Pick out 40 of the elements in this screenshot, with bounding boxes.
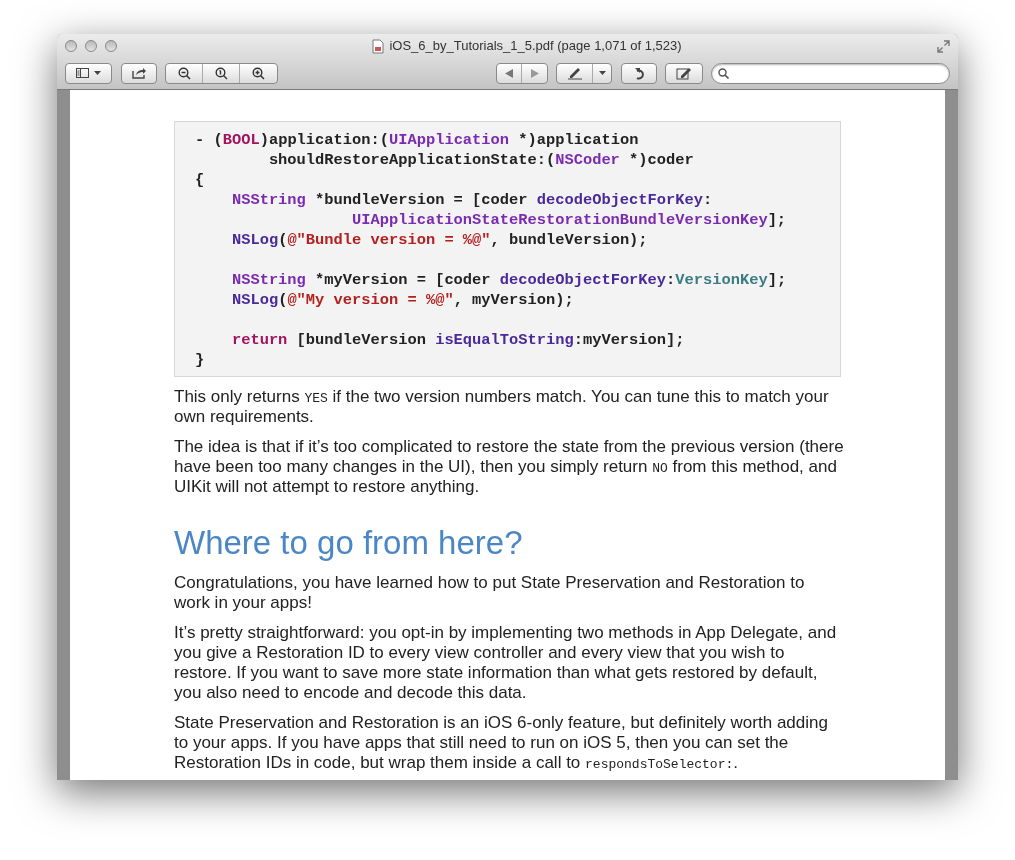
share-button[interactable] (121, 62, 157, 84)
code-line: NSString *myVersion = [coder decodeObjectForKey:VersionKey]; (230, 270, 788, 290)
rotate-icon (633, 66, 645, 80)
code-line: } (195, 350, 206, 370)
caret-icon (94, 71, 101, 75)
zoom-in-icon (252, 66, 265, 80)
code-line: { (195, 170, 206, 190)
code-line: NSLog(@"My version = %@", myVersion); (230, 290, 575, 310)
minimize-button[interactable] (85, 40, 97, 52)
close-button[interactable] (65, 40, 77, 52)
pen-icon (566, 66, 583, 80)
sidebar-toggle-button[interactable] (65, 62, 112, 84)
code-line: NSLog(@"Bundle version = %@", bundleVersion); (230, 230, 649, 250)
paragraph: State Preservation and Restoration is an iOS 6-only feature, but definitely worth adding to your apps. If you have apps that still need to run on iOS 5, then you can set the Restoration IDs in code, but wrap them inside a call to respondsToSelector:. (174, 713, 829, 773)
code-line: shouldRestoreApplicationState:(NSCoder *)coder (267, 150, 695, 170)
code-line: NSString *bundleVersion = [coder decodeObjectForKey: (230, 190, 714, 210)
window-title: iOS_6_by_Tutorials_1_5.pdf (page 1,071 of 1,523) (389, 37, 682, 56)
right-arrow-icon (530, 68, 539, 78)
code-line: - (BOOL)application:(UIApplication *)application (195, 130, 640, 150)
paragraph: Congratulations, you have learned how to put State Preservation and Restoration to work in your apps! (174, 573, 806, 613)
section-heading: Where to go from here? (174, 523, 524, 563)
edit-button[interactable] (665, 62, 703, 84)
sidebar-icon (76, 68, 89, 78)
zoom-out-icon (177, 66, 191, 80)
pdf-document-icon (372, 38, 385, 54)
code-line: return [bundleVersion isEqualToString:myVersion]; (230, 330, 686, 350)
search-field[interactable] (711, 62, 950, 84)
code-line: UIApplicationStateRestorationBundleVersionKey]; (351, 210, 788, 230)
zoom-button[interactable] (105, 40, 117, 52)
search-icon (718, 67, 729, 79)
paragraph: It’s pretty straightforward: you opt-in by implementing two methods in App Delegate, and you give a Restoration ID to every view controller and every view that you wish to restore. If you want to save more state information than what gets restored by default, you also need to encode and decode this data. (174, 623, 838, 703)
left-arrow-icon (505, 68, 513, 78)
fullscreen-icon[interactable] (937, 39, 950, 53)
rotate-button[interactable] (621, 62, 657, 84)
paragraph: The idea is that if it’s too complicated to restore the state from the previous version (there have been too many changes in the UI), then you simply return NO from this method, and UIKit will not attempt to restore anything. (174, 437, 844, 497)
share-icon (131, 67, 147, 79)
paragraph: This only returns YES if the two version numbers match. You can tune this to match your own requirements. (174, 387, 830, 427)
caret-icon (598, 71, 606, 75)
actual-size-icon (214, 66, 228, 80)
edit-icon (676, 66, 692, 80)
